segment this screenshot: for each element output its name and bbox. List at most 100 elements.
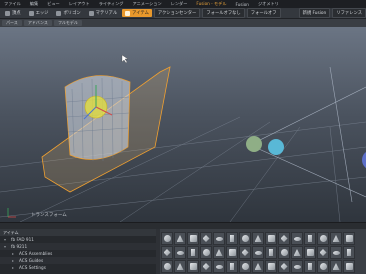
preset-thumbnail[interactable] (304, 246, 316, 259)
preset-shape-icon (202, 235, 210, 242)
mode-icon (5, 10, 10, 16)
view-tab-2[interactable]: フルモデル (53, 20, 82, 26)
new-fusion-button[interactable]: 新規 Fusion (298, 8, 331, 18)
preset-shape-icon (345, 263, 353, 270)
preset-thumbnail[interactable] (239, 260, 251, 273)
preset-thumbnail[interactable] (291, 260, 303, 273)
menu-item-8[interactable]: Fusion (236, 2, 249, 7)
menu-item-0[interactable]: ファイル (4, 1, 21, 7)
menu-item-4[interactable]: ライティング (99, 1, 124, 7)
caret-down-icon[interactable]: ▾ (4, 236, 8, 243)
preset-thumbnail[interactable] (226, 246, 238, 259)
symmetry-dropdown[interactable]: フォールオフ (246, 8, 281, 18)
mode-button-0[interactable]: 頂点 (2, 9, 24, 17)
preset-thumbnail[interactable] (239, 246, 251, 259)
preset-thumbnail[interactable] (174, 232, 186, 245)
menu-item-6[interactable]: レンダー (171, 1, 188, 7)
caret-down-icon[interactable]: ▾ (4, 243, 8, 250)
preset-thumbnail[interactable] (343, 232, 355, 245)
action-center-dropdown[interactable]: アクションセンター (153, 8, 201, 18)
view-tab-1[interactable]: アドバンス (23, 20, 52, 26)
preset-thumbnail[interactable] (200, 232, 212, 245)
preset-thumbnail[interactable] (200, 260, 212, 273)
menu-bar: ファイル 編集 ビュー レイアウト ライティング アニメーション レンダー Fusion - … (0, 0, 366, 8)
preset-thumbnail[interactable] (226, 232, 238, 245)
preset-browser-sidebar[interactable] (156, 229, 160, 274)
preset-thumbnail[interactable] (187, 232, 199, 245)
preset-shape-icon (269, 249, 273, 256)
preset-thumbnail[interactable] (265, 260, 277, 273)
preset-thumbnail[interactable] (161, 246, 173, 259)
cyan-sphere[interactable] (268, 139, 284, 155)
preset-shape-icon (306, 249, 314, 256)
preset-thumbnail[interactable] (291, 246, 303, 259)
tree-item[interactable]: ▸ ACS Assemblies (0, 250, 156, 257)
preset-shape-icon (319, 249, 327, 256)
preset-shape-icon (189, 235, 197, 242)
mode-button-3[interactable]: マテリアル (86, 9, 120, 17)
preset-thumbnail[interactable] (174, 246, 186, 259)
green-sphere[interactable] (246, 136, 262, 152)
3d-viewport[interactable]: トランスフォーム (0, 27, 366, 222)
preset-thumbnail[interactable] (187, 246, 199, 259)
preset-browser (156, 229, 366, 274)
falloff-dropdown[interactable]: フォールオフなし (202, 8, 245, 18)
menu-item-1[interactable]: 編集 (30, 1, 38, 7)
tree-item[interactable]: ▾ fb 9211 (0, 243, 156, 250)
preset-thumbnail[interactable] (330, 232, 342, 245)
preset-thumbnail[interactable] (226, 260, 238, 273)
mode-button-2[interactable]: ポリゴン (53, 9, 83, 17)
preset-thumbnail[interactable] (161, 232, 173, 245)
reference-button[interactable]: リファレンス (332, 8, 366, 18)
menu-item-3[interactable]: レイアウト (69, 1, 90, 7)
mode-button-1[interactable]: エッジ (26, 9, 52, 17)
mode-icon (56, 10, 62, 16)
caret-right-icon[interactable]: ▸ (12, 257, 16, 264)
caret-right-icon[interactable]: ▸ (12, 264, 16, 271)
preset-thumbnail[interactable] (200, 246, 212, 259)
preset-thumbnail[interactable] (304, 232, 316, 245)
preset-thumbnail[interactable] (278, 232, 290, 245)
menu-item-9[interactable]: ジオメトリ (258, 1, 279, 7)
tree-item[interactable]: ▸ ACS Settings (0, 264, 156, 271)
preset-thumbnail[interactable] (278, 246, 290, 259)
preset-shape-icon (215, 264, 223, 269)
preset-thumbnail[interactable] (291, 232, 303, 245)
tree-item[interactable]: ▸ ACS Guides (0, 257, 156, 264)
menu-item-2[interactable]: ビュー (47, 1, 60, 7)
preset-thumbnail[interactable] (317, 246, 329, 259)
tree-item[interactable]: ▾ fb FAD 911 (0, 236, 156, 243)
preset-thumbnail[interactable] (239, 232, 251, 245)
preset-thumbnail[interactable] (252, 260, 264, 273)
preset-thumbnail[interactable] (343, 246, 355, 259)
preset-shape-icon (230, 263, 234, 270)
preset-thumbnail[interactable] (161, 260, 173, 273)
view-tab-0[interactable]: パース (2, 20, 22, 26)
preset-thumbnail[interactable] (317, 232, 329, 245)
preset-thumbnail[interactable] (252, 246, 264, 259)
preset-thumbnail[interactable] (213, 260, 225, 273)
preset-thumbnail[interactable] (265, 246, 277, 259)
preset-thumbnail[interactable] (330, 246, 342, 259)
preset-shape-icon (215, 236, 223, 241)
preset-grid (161, 232, 355, 273)
viewport-scene: トランスフォーム (0, 54, 366, 222)
preset-thumbnail[interactable] (343, 260, 355, 273)
preset-shape-icon (319, 235, 327, 242)
caret-right-icon[interactable]: ▸ (12, 250, 16, 257)
tree-item-label: ACS Guides (19, 258, 44, 263)
preset-thumbnail[interactable] (278, 260, 290, 273)
preset-thumbnail[interactable] (252, 232, 264, 245)
preset-thumbnail[interactable] (317, 260, 329, 273)
mode-button-4[interactable]: アイテム (122, 9, 152, 17)
preset-thumbnail[interactable] (265, 232, 277, 245)
preset-thumbnail[interactable] (213, 246, 225, 259)
preset-thumbnail[interactable] (330, 260, 342, 273)
menu-item-5[interactable]: アニメーション (132, 1, 161, 7)
menu-item-7[interactable]: Fusion - モデル (196, 1, 226, 7)
preset-thumbnail[interactable] (304, 260, 316, 273)
preset-thumbnail[interactable] (174, 260, 186, 273)
preset-thumbnail[interactable] (187, 260, 199, 273)
preset-thumbnail[interactable] (213, 232, 225, 245)
blue-sphere[interactable] (362, 150, 366, 170)
